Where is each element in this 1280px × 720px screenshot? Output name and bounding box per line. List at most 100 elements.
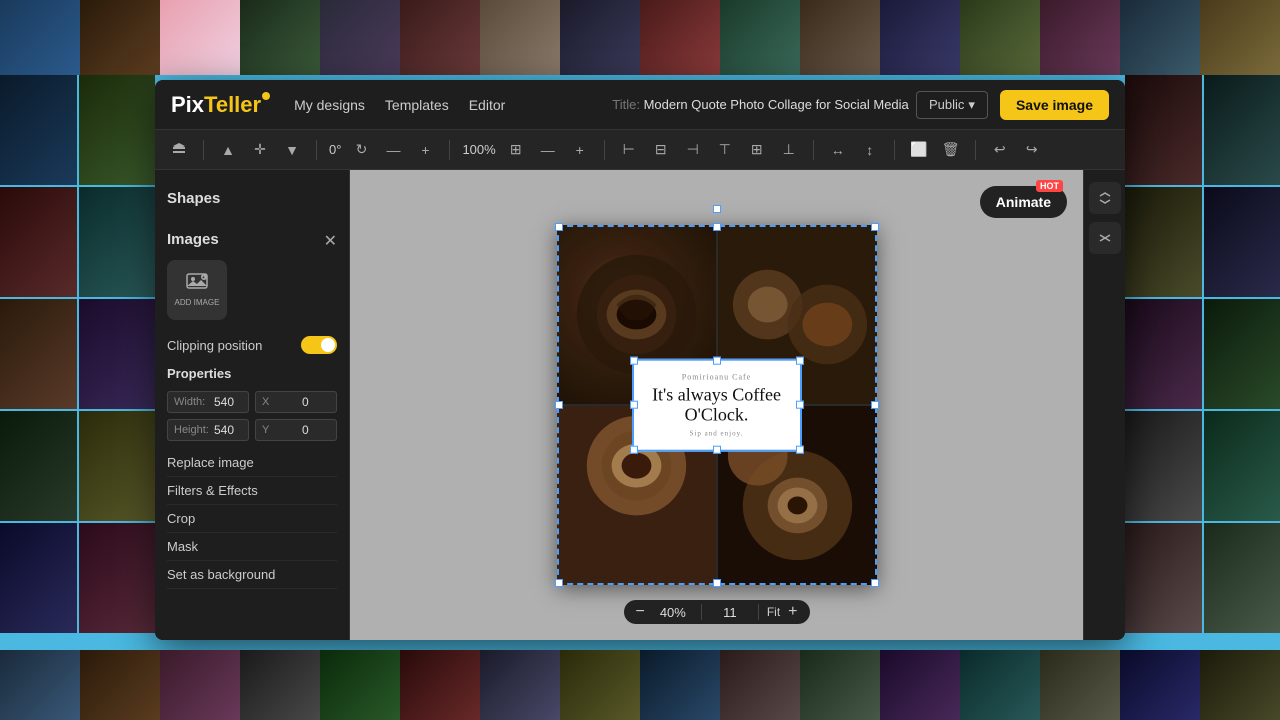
zoom-fit-button[interactable]: Fit (767, 605, 780, 619)
strip-item[interactable] (480, 650, 560, 720)
move-down-icon[interactable]: ▼ (280, 138, 304, 162)
y-field[interactable]: Y 0 (255, 419, 337, 441)
strip-item[interactable] (880, 0, 960, 75)
strip-item[interactable] (1200, 0, 1280, 75)
sidebar-template[interactable] (1204, 299, 1280, 409)
minus-icon[interactable]: — (381, 138, 405, 162)
nav-templates[interactable]: Templates (385, 97, 449, 113)
align-top-icon[interactable]: ⊤ (713, 138, 737, 162)
sidebar-template[interactable] (0, 187, 77, 297)
sidebar-template[interactable] (1204, 187, 1280, 297)
set-as-background-link[interactable]: Set as background (167, 561, 337, 589)
selection-handle-top[interactable] (713, 205, 721, 213)
save-image-button[interactable]: Save image (1000, 90, 1109, 120)
width-field[interactable]: Width: 540 (167, 391, 249, 413)
strip-item[interactable] (480, 0, 560, 75)
undo-icon[interactable]: ↩ (988, 138, 1012, 162)
strip-item[interactable] (560, 0, 640, 75)
sidebar-template[interactable] (79, 299, 156, 409)
strip-item[interactable] (880, 650, 960, 720)
move-icon[interactable]: ✛ (248, 138, 272, 162)
sidebar-template[interactable] (1125, 299, 1202, 409)
strip-item[interactable] (1200, 650, 1280, 720)
sidebar-template[interactable] (1125, 187, 1202, 297)
align-center-h-icon[interactable]: ⊟ (649, 138, 673, 162)
strip-item[interactable] (1120, 0, 1200, 75)
nav-my-designs[interactable]: My designs (294, 97, 365, 113)
close-images-button[interactable]: ✕ (324, 234, 337, 250)
strip-item[interactable] (80, 0, 160, 75)
mask-link[interactable]: Mask (167, 533, 337, 561)
sidebar-template[interactable] (1204, 75, 1280, 185)
sidebar-template[interactable] (1125, 411, 1202, 521)
align-bottom-icon[interactable]: ⊥ (777, 138, 801, 162)
rotate-icon[interactable]: ↻ (349, 138, 373, 162)
strip-item[interactable] (80, 650, 160, 720)
strip-item[interactable] (720, 0, 800, 75)
strip-item[interactable] (960, 650, 1040, 720)
text-overlay[interactable]: Pomirioanu Cafe It's always Coffee O'Clo… (632, 359, 802, 452)
flip-v-icon[interactable]: ↕ (858, 138, 882, 162)
sidebar-template[interactable] (0, 523, 77, 633)
plus-icon[interactable]: + (413, 138, 437, 162)
delete-icon[interactable]: 🗑 (939, 138, 963, 162)
grid-icon[interactable]: ⊞ (504, 138, 528, 162)
strip-item[interactable] (240, 650, 320, 720)
zoom-out-icon[interactable]: — (536, 138, 560, 162)
sidebar-template[interactable] (0, 75, 77, 185)
canvas-area: HOT Animate (350, 170, 1083, 640)
nav-editor[interactable]: Editor (469, 97, 506, 113)
crop-link[interactable]: Crop (167, 505, 337, 533)
sidebar-template[interactable] (1204, 523, 1280, 633)
strip-item[interactable] (0, 0, 80, 75)
sidebar-template[interactable] (0, 299, 77, 409)
clipping-toggle[interactable] (301, 336, 337, 354)
filters-effects-link[interactable]: Filters & Effects (167, 477, 337, 505)
strip-item[interactable] (400, 650, 480, 720)
x-field[interactable]: X 0 (255, 391, 337, 413)
layer-icon[interactable] (167, 138, 191, 162)
strip-item[interactable] (640, 650, 720, 720)
move-up-icon[interactable]: ▲ (216, 138, 240, 162)
zoom-in-icon[interactable]: + (568, 138, 592, 162)
align-left-icon[interactable]: ⊢ (617, 138, 641, 162)
sidebar-template[interactable] (1125, 75, 1202, 185)
strip-item[interactable] (400, 0, 480, 75)
collapse-icon[interactable] (1089, 222, 1121, 254)
strip-item[interactable] (800, 650, 880, 720)
sidebar-template[interactable] (79, 523, 156, 633)
public-button[interactable]: Public ▾ (916, 91, 988, 119)
strip-item[interactable] (800, 0, 880, 75)
strip-item[interactable] (160, 650, 240, 720)
height-field[interactable]: Height: 540 (167, 419, 249, 441)
zoom-plus-button[interactable]: + (788, 604, 797, 620)
sidebar-template[interactable] (79, 75, 156, 185)
expand-icon[interactable] (1089, 182, 1121, 214)
redo-icon[interactable]: ↪ (1020, 138, 1044, 162)
add-image-button[interactable]: + ADD IMAGE (167, 260, 227, 320)
flip-h-icon[interactable]: ↔ (826, 138, 850, 162)
strip-item[interactable] (960, 0, 1040, 75)
sidebar-template[interactable] (79, 187, 156, 297)
strip-item[interactable] (320, 0, 400, 75)
sidebar-template[interactable] (1125, 523, 1202, 633)
zoom-minus-button[interactable]: − (635, 604, 644, 620)
replace-image-link[interactable]: Replace image (167, 449, 337, 477)
sidebar-template[interactable] (79, 411, 156, 521)
strip-item[interactable] (1040, 0, 1120, 75)
strip-item[interactable] (640, 0, 720, 75)
strip-item[interactable] (320, 650, 400, 720)
sidebar-template[interactable] (0, 411, 77, 521)
strip-item[interactable] (1120, 650, 1200, 720)
strip-item[interactable] (0, 650, 80, 720)
frame-icon[interactable]: ⬜ (907, 138, 931, 162)
strip-item[interactable] (560, 650, 640, 720)
strip-item[interactable] (720, 650, 800, 720)
align-right-icon[interactable]: ⊣ (681, 138, 705, 162)
strip-item[interactable] (240, 0, 320, 75)
strip-item[interactable] (1040, 650, 1120, 720)
animate-button[interactable]: HOT Animate (980, 186, 1067, 218)
strip-item[interactable] (160, 0, 240, 75)
align-center-v-icon[interactable]: ⊞ (745, 138, 769, 162)
sidebar-template[interactable] (1204, 411, 1280, 521)
